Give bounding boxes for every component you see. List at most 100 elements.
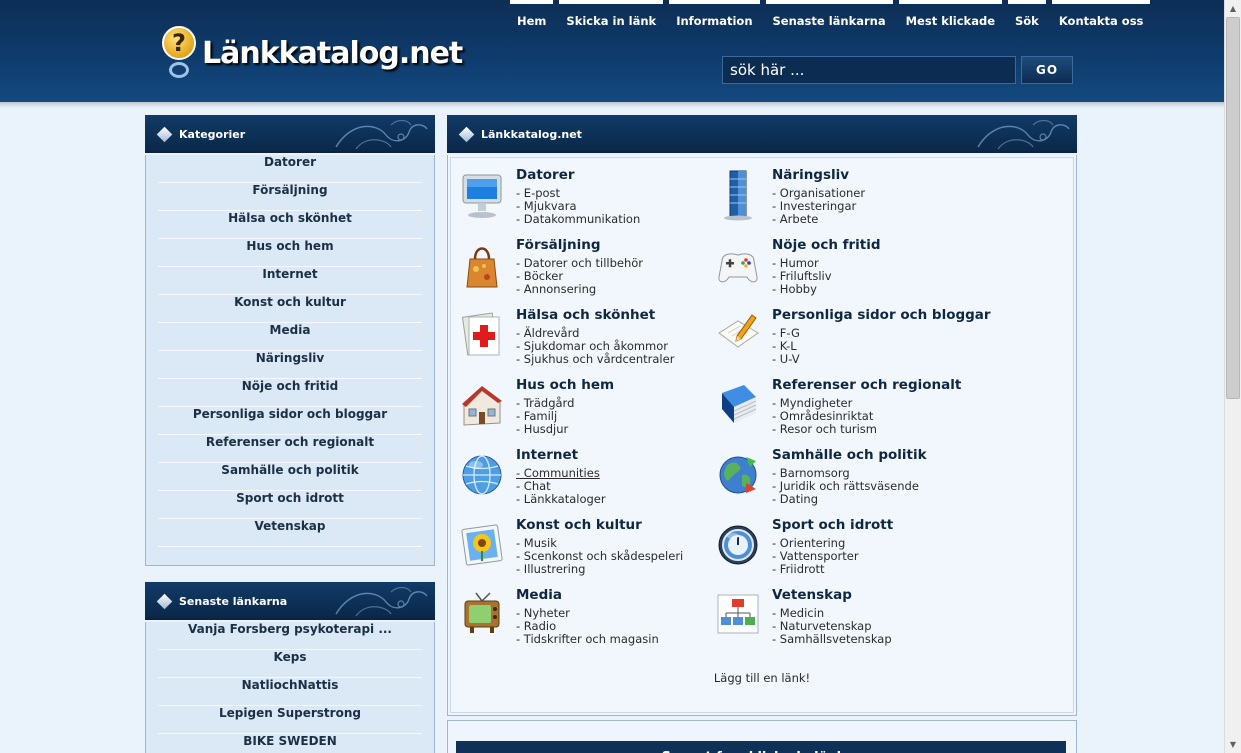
- category-naringsliv: Näringsliv - Organisationer - Investerin…: [716, 167, 972, 237]
- decorative-swirl-icon: [335, 119, 428, 150]
- category-title[interactable]: Näringsliv: [772, 167, 849, 183]
- category-title[interactable]: Samhälle och politik: [772, 447, 927, 463]
- decorative-swirl-icon: [335, 586, 428, 617]
- stopwatch-icon[interactable]: [716, 519, 760, 571]
- latest-link-item[interactable]: Vanja Forsberg psykoterapi ...: [158, 622, 422, 650]
- subcategory-link[interactable]: - Dating: [772, 493, 919, 506]
- latest-links-list: Vanja Forsberg psykoterapi ... Keps Natl…: [145, 622, 435, 753]
- nav-senaste-lankarna[interactable]: Senaste länkarna: [765, 0, 893, 30]
- categories-panel-title: Kategorier: [179, 128, 246, 141]
- sidebar-item-internet[interactable]: Internet: [158, 267, 422, 295]
- category-title[interactable]: Konst och kultur: [516, 517, 642, 533]
- tv-icon[interactable]: [460, 589, 504, 641]
- search-go-button[interactable]: GO: [1021, 56, 1073, 84]
- category-title[interactable]: Försäljning: [516, 237, 601, 253]
- category-media: Media - Nyheter - Radio - Tidskrifter oc…: [460, 587, 716, 657]
- category-title[interactable]: Nöje och fritid: [772, 237, 881, 253]
- sidebar-item-media[interactable]: Media: [158, 323, 422, 351]
- subcategory-link[interactable]: - Samhällsvetenskap: [772, 633, 892, 646]
- subcategory-link[interactable]: - Friidrott: [772, 563, 859, 576]
- flowchart-icon[interactable]: [716, 589, 760, 641]
- latest-links-panel-title: Senaste länkarna: [179, 595, 288, 608]
- nav-hem[interactable]: Hem: [510, 0, 554, 30]
- category-title[interactable]: Sport och idrott: [772, 517, 893, 533]
- latest-links-panel-header: Senaste länkarna: [145, 582, 435, 620]
- latest-link-item[interactable]: NatliochNattis: [158, 678, 422, 706]
- sunflower-picture-icon[interactable]: [460, 519, 504, 571]
- category-title[interactable]: Vetenskap: [772, 587, 852, 603]
- category-title[interactable]: Media: [516, 587, 562, 603]
- categories-list: Datorer Försäljning Hälsa och skönhet Hu…: [145, 155, 435, 566]
- nav-skicka-in-lank[interactable]: Skicka in länk: [559, 0, 664, 30]
- category-konst-och-kultur: Konst och kultur - Musik - Scenkonst och…: [460, 517, 716, 587]
- subcategory-link[interactable]: - Hobby: [772, 283, 832, 296]
- latest-link-item[interactable]: Keps: [158, 650, 422, 678]
- subcategory-link[interactable]: - Illustrering: [516, 563, 683, 576]
- vertical-scrollbar[interactable]: ▲ ▼: [1224, 0, 1241, 753]
- first-aid-icon[interactable]: [460, 309, 504, 361]
- category-title[interactable]: Hus och hem: [516, 377, 614, 393]
- category-title[interactable]: Personliga sidor och bloggar: [772, 307, 991, 323]
- latest-link-item[interactable]: BIKE SWEDEN: [158, 734, 422, 753]
- sidebar-item-forsaljning[interactable]: Försäljning: [158, 183, 422, 211]
- category-datorer: Datorer - E-post - Mjukvara - Datakommun…: [460, 167, 716, 237]
- nav-information[interactable]: Information: [669, 0, 760, 30]
- category-title[interactable]: Datorer: [516, 167, 575, 183]
- sidebar-item-konst-och-kultur[interactable]: Konst och kultur: [158, 295, 422, 323]
- subcategory-link[interactable]: - Datakommunikation: [516, 213, 640, 226]
- site-header: ? Länkkatalog.net Hem Skicka in länk Inf…: [0, 0, 1224, 108]
- category-title[interactable]: Internet: [516, 447, 578, 463]
- scrollbar-thumb[interactable]: [1226, 17, 1240, 399]
- nav-mest-klickade[interactable]: Mest klickade: [898, 0, 1002, 30]
- sidebar-item-personliga-sidor[interactable]: Personliga sidor och bloggar: [158, 407, 422, 435]
- category-title[interactable]: Hälsa och skönhet: [516, 307, 655, 323]
- sidebar-item-halsa-och-skonhet[interactable]: Hälsa och skönhet: [158, 211, 422, 239]
- subcategory-link[interactable]: - Resor och turism: [772, 423, 877, 436]
- scroll-up-arrow-icon[interactable]: ▲: [1225, 0, 1241, 17]
- sidebar-item-naringsliv[interactable]: Näringsliv: [158, 351, 422, 379]
- nav-sok[interactable]: Sök: [1008, 0, 1046, 30]
- search-input[interactable]: [722, 56, 1016, 84]
- monitor-icon[interactable]: [460, 169, 504, 221]
- sidebar-item-datorer[interactable]: Datorer: [158, 155, 422, 183]
- sidebar-item-sport[interactable]: Sport och idrott: [158, 491, 422, 519]
- world-arrows-icon[interactable]: [716, 449, 760, 501]
- globe-icon[interactable]: [460, 449, 504, 501]
- subcategory-link[interactable]: - Sjukhus och vårdcentraler: [516, 353, 674, 366]
- latest-link-item[interactable]: Lepigen Superstrong: [158, 706, 422, 734]
- notepad-pencil-icon[interactable]: [716, 309, 760, 361]
- category-title[interactable]: Referenser och regionalt: [772, 377, 961, 393]
- recent-clicks-panel: Senast fem klickade länkar: [447, 720, 1077, 753]
- subcategory-link[interactable]: - Husdjur: [516, 423, 574, 436]
- diamond-bullet-icon: [156, 593, 173, 610]
- diamond-bullet-icon: [156, 126, 173, 143]
- main-panel-title: Länkkatalog.net: [481, 128, 582, 141]
- categories-panel-header: Kategorier: [145, 115, 435, 153]
- nav-kontakta-oss[interactable]: Kontakta oss: [1051, 0, 1151, 30]
- sidebar-item-vetenskap[interactable]: Vetenskap: [158, 519, 422, 547]
- sidebar-item-samhalle[interactable]: Samhälle och politik: [158, 463, 422, 491]
- sidebar-item-referenser[interactable]: Referenser och regionalt: [158, 435, 422, 463]
- sidebar-item-hus-och-hem[interactable]: Hus och hem: [158, 239, 422, 267]
- subcategory-link[interactable]: - Arbete: [772, 213, 865, 226]
- diamond-bullet-icon: [458, 126, 475, 143]
- decorative-swirl-icon: [977, 119, 1070, 150]
- gamepad-icon[interactable]: [716, 239, 760, 291]
- skyscraper-icon[interactable]: [716, 169, 760, 221]
- scroll-down-arrow-icon[interactable]: ▼: [1225, 736, 1241, 753]
- subcategory-link[interactable]: - Länkkataloger: [516, 493, 606, 506]
- subcategory-link[interactable]: - U-V: [772, 353, 800, 366]
- top-navigation: Hem Skicka in länk Information Senaste l…: [510, 0, 1156, 30]
- add-link-link[interactable]: Lägg till en länk!: [448, 671, 1076, 685]
- subcategory-link[interactable]: - Annonsering: [516, 283, 643, 296]
- house-icon[interactable]: [460, 379, 504, 431]
- main-panel-header: Länkkatalog.net: [447, 115, 1077, 153]
- site-logo[interactable]: ? Länkkatalog.net: [160, 26, 463, 80]
- category-referenser: Referenser och regionalt - Myndigheter -…: [716, 377, 972, 447]
- book-icon[interactable]: [716, 379, 760, 431]
- category-vetenskap: Vetenskap - Medicin - Naturvetenskap - S…: [716, 587, 972, 657]
- handbag-icon[interactable]: [460, 239, 504, 291]
- sidebar-item-noje-och-fritid[interactable]: Nöje och fritid: [158, 379, 422, 407]
- category-noje-och-fritid: Nöje och fritid - Humor - Friluftsliv - …: [716, 237, 972, 307]
- subcategory-link[interactable]: - Tidskrifter och magasin: [516, 633, 659, 646]
